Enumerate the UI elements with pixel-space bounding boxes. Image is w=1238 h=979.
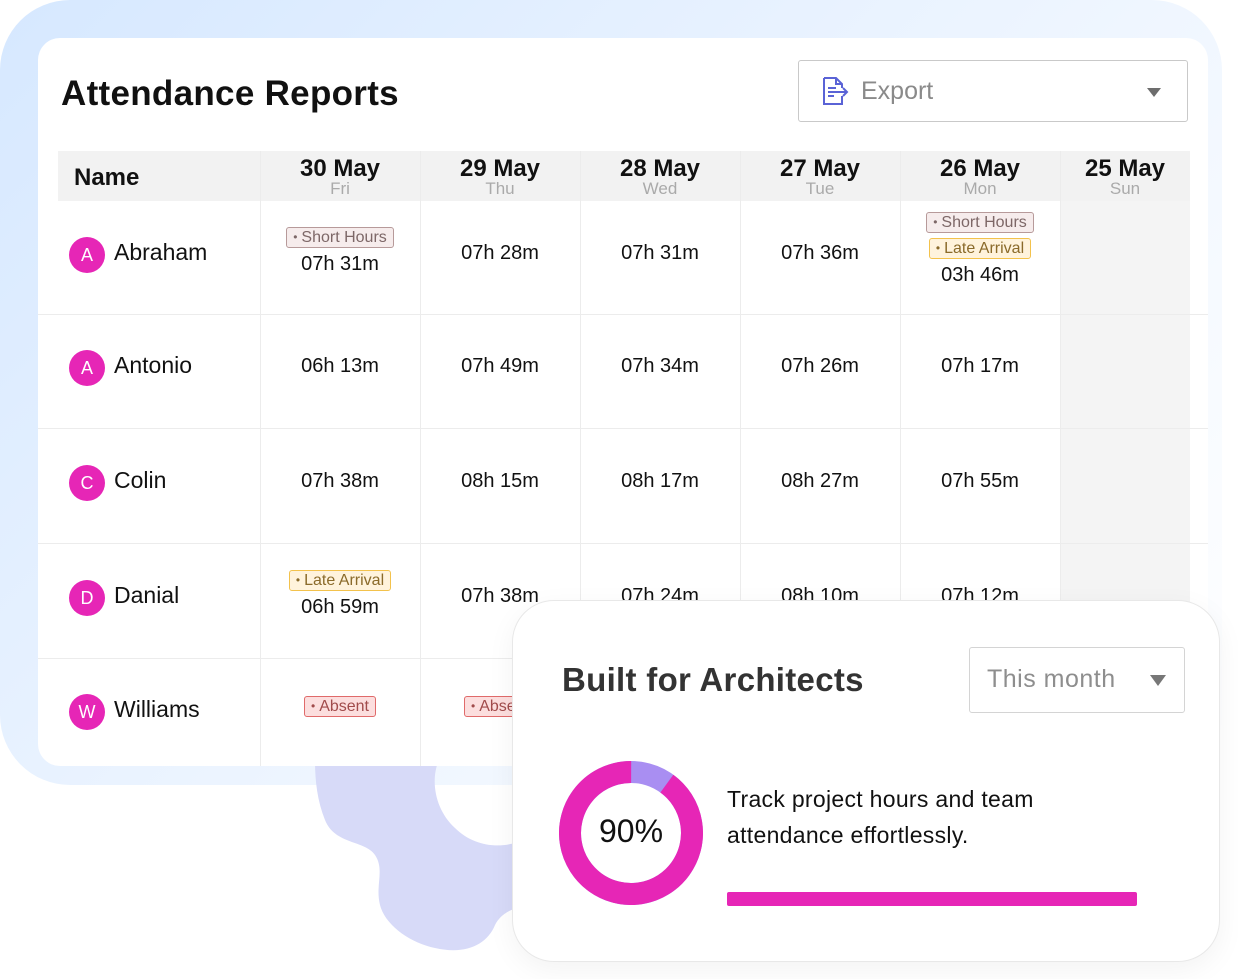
status-badge: Short Hours — [926, 211, 1034, 233]
employee-name: Williams — [114, 695, 200, 722]
attendance-cell[interactable]: 08h 27m — [740, 470, 900, 493]
avatar: A — [69, 350, 105, 386]
worked-time: 07h 26m — [781, 355, 859, 377]
worked-time: 03h 46m — [941, 263, 1019, 286]
attendance-cell[interactable]: 07h 34m — [580, 355, 740, 378]
attendance-cell[interactable]: 07h 49m — [420, 355, 580, 378]
progress-bar — [727, 892, 1137, 906]
name-column-header: Name — [58, 151, 260, 201]
attendance-cell[interactable]: Short Hours 07h 31m — [260, 226, 420, 276]
caret-down-icon — [1150, 675, 1166, 686]
export-dropdown[interactable]: Export — [798, 60, 1188, 122]
day-header: 30 May Fri — [260, 151, 420, 201]
status-badge: Absent — [303, 695, 376, 717]
avatar: A — [69, 236, 105, 273]
avatar: C — [69, 464, 105, 501]
status-badge: Late Arrival — [928, 237, 1032, 259]
day-weekday: Sun — [1109, 179, 1141, 198]
attendance-cell[interactable]: 07h 38m — [260, 470, 420, 493]
document-export-icon — [823, 77, 849, 105]
summary-panel: Built for Architects This month 90% Trac… — [512, 600, 1220, 962]
period-select[interactable]: This month — [969, 647, 1185, 713]
status-badge: Late Arrival — [288, 569, 392, 591]
day-weekday: Tue — [805, 179, 835, 198]
worked-time: 07h 49m — [461, 355, 539, 377]
worked-time: 07h 28m — [461, 241, 539, 264]
attendance-cell[interactable]: 08h 15m — [420, 470, 580, 493]
attendance-cell[interactable]: 07h 36m — [740, 242, 900, 265]
progress-bar-fill — [727, 892, 1137, 906]
attendance-cell[interactable]: 07h 17m — [900, 355, 1060, 378]
page-title: Attendance Reports — [61, 74, 399, 113]
day-header: 29 May Thu — [420, 151, 580, 201]
day-header: 28 May Wed — [580, 151, 740, 201]
day-weekday: Thu — [485, 179, 515, 198]
attendance-cell[interactable]: Absent — [260, 695, 420, 722]
worked-time: 07h 31m — [621, 241, 699, 264]
attendance-cell[interactable]: Short Hours Late Arrival 03h 46m — [900, 211, 1060, 287]
table-row[interactable]: C Colin 07h 38m 08h 15m 08h 17m 08h 27m 07h 55… — [38, 428, 1208, 543]
percent-label: 90% — [598, 813, 664, 849]
day-weekday: Wed — [642, 179, 678, 198]
worked-time: 06h 59m — [301, 595, 379, 618]
status-badge: Short Hours — [286, 226, 394, 248]
employee-name: Antonio — [114, 352, 193, 378]
attendance-cell[interactable]: 07h 26m — [740, 355, 900, 378]
export-label: Export — [861, 77, 934, 105]
caret-down-icon — [1147, 88, 1161, 97]
attendance-cell[interactable]: 07h 55m — [900, 470, 1060, 493]
worked-time: 08h 15m — [461, 469, 539, 492]
day-header: 27 May Tue — [740, 151, 900, 201]
worked-time: 07h 31m — [301, 252, 379, 275]
worked-time: 07h 55m — [941, 469, 1019, 492]
day-weekday: Mon — [963, 179, 997, 198]
period-value: This month — [987, 665, 1116, 693]
attendance-cell[interactable]: 07h 28m — [420, 242, 580, 265]
panel-title: Built for Architects — [562, 661, 864, 698]
panel-description: Track project hours and team attendance … — [727, 786, 1034, 848]
avatar: D — [69, 579, 105, 616]
worked-time: 07h 17m — [941, 355, 1019, 377]
worked-time: 07h 36m — [781, 241, 859, 264]
employee-name: Colin — [114, 466, 167, 493]
worked-time: 08h 27m — [781, 469, 859, 492]
day-header: 25 May Sun — [1060, 151, 1190, 201]
avatar: W — [69, 693, 105, 730]
attendance-cell[interactable]: Late Arrival 06h 59m — [260, 569, 420, 619]
table-row[interactable]: A Antonio 06h 13m 07h 49m 07h 34m 07h 26m 07h … — [38, 314, 1208, 428]
employee-name: Danial — [114, 581, 180, 608]
attendance-cell[interactable]: 08h 17m — [580, 470, 740, 493]
day-weekday: Fri — [330, 179, 350, 198]
worked-time: 07h 34m — [621, 355, 699, 377]
day-header: 26 May Mon — [900, 151, 1060, 201]
worked-time: 08h 17m — [621, 469, 699, 492]
worked-time: 07h 38m — [301, 469, 379, 492]
employee-name: Abraham — [114, 238, 208, 265]
attendance-cell[interactable]: 06h 13m — [260, 355, 420, 378]
table-row[interactable]: A Abraham Short Hours 07h 31m 07h 28m 07h 31m… — [38, 201, 1208, 314]
worked-time: 06h 13m — [301, 355, 379, 377]
attendance-cell[interactable]: 07h 31m — [580, 242, 740, 265]
